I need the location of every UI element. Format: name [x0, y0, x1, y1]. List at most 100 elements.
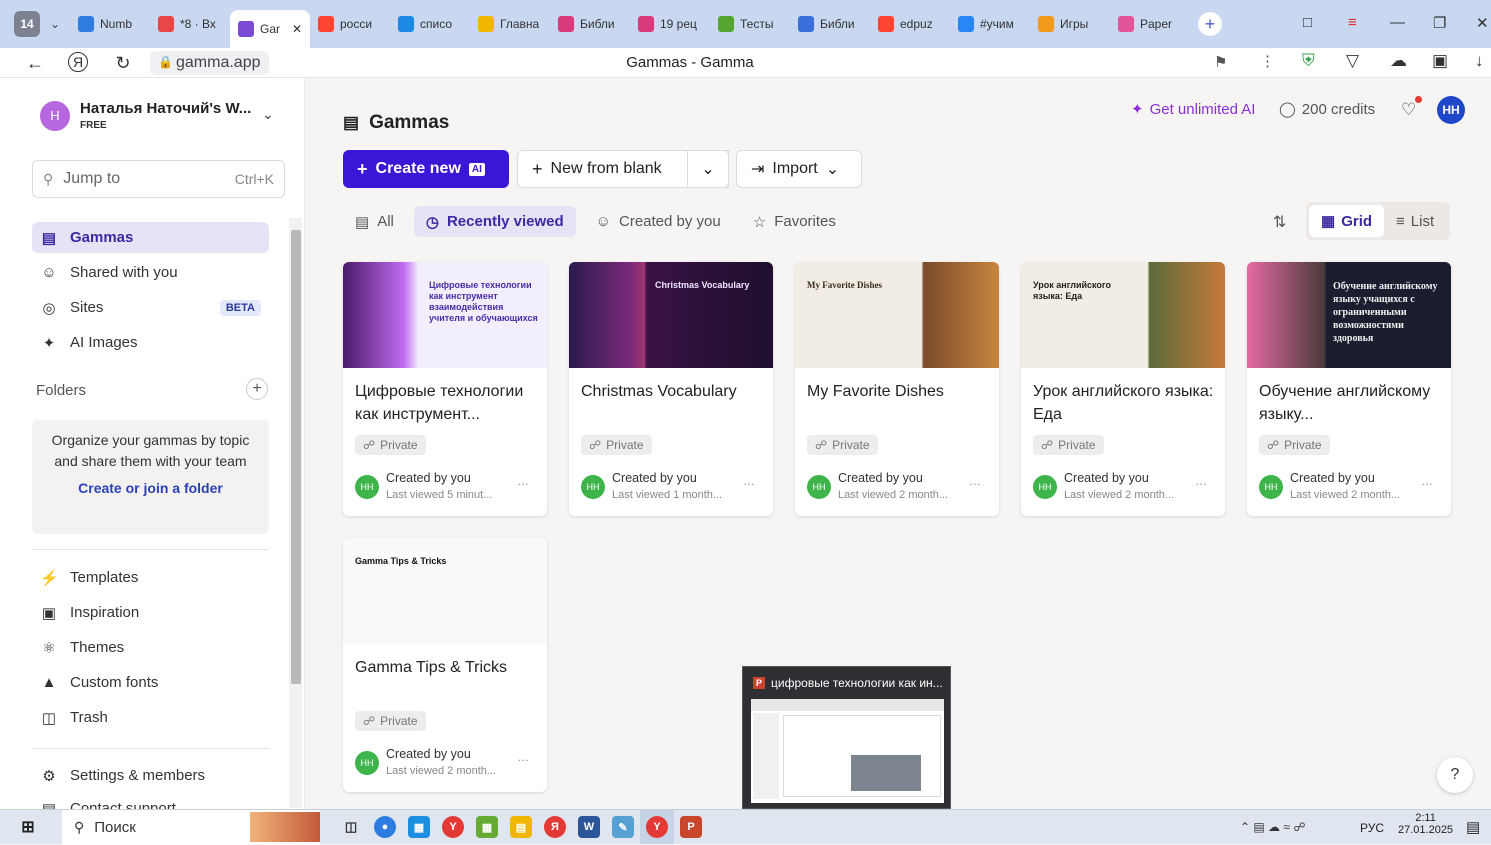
taskbar-preview[interactable]: P цифровые технологии как ин...: [742, 666, 951, 809]
tab-label: Главна: [500, 17, 540, 31]
extensions-icon[interactable]: ▣: [1432, 51, 1448, 71]
powerpoint-app-icon[interactable]: P: [674, 810, 708, 844]
sidebar-item-shared-with-you[interactable]: ☺ Shared with you: [32, 257, 269, 288]
tab-label: Игры: [1060, 17, 1089, 31]
browser-tab[interactable]: *8 · Вх: [150, 8, 230, 40]
browser-tab[interactable]: #учим: [950, 8, 1030, 40]
sidebar-item-ai-images[interactable]: ✦ AI Images: [32, 327, 269, 358]
browser-tab[interactable]: Главна: [470, 8, 550, 40]
start-icon[interactable]: ⊞: [0, 810, 56, 844]
sidebar-item-inspiration[interactable]: ▣ Inspiration: [32, 597, 269, 628]
jump-to-search[interactable]: ⚲ Jump to Ctrl+K: [32, 160, 285, 198]
private-label: Private: [380, 438, 418, 452]
language-indicator[interactable]: РУС: [1360, 821, 1384, 835]
new-tab-icon[interactable]: +: [1198, 12, 1222, 36]
browser-tab[interactable]: Paper: [1110, 8, 1190, 40]
help-button[interactable]: ?: [1437, 757, 1473, 793]
get-unlimited-ai-link[interactable]: ✦ Get unlimited AI: [1131, 100, 1255, 119]
store-app-icon[interactable]: ▦: [402, 810, 436, 844]
sidebar-item-themes[interactable]: ⚛ Themes: [32, 632, 269, 663]
sidebar-item-templates[interactable]: ⚡ Templates: [32, 562, 269, 593]
browser-tab[interactable]: Игры: [1030, 8, 1110, 40]
private-label: Private: [1284, 438, 1322, 452]
gamma-card[interactable]: Обучение английскому языку учащихся с ог…: [1247, 262, 1451, 516]
restore-icon[interactable]: ❐: [1433, 14, 1446, 32]
clock[interactable]: 2:11 27.01.2025: [1398, 812, 1453, 836]
download-icon[interactable]: ↓: [1475, 51, 1484, 71]
gamma-card[interactable]: Урок английского языка: Еда Урок английс…: [1021, 262, 1225, 516]
adblock-icon[interactable]: ▽: [1346, 51, 1359, 71]
gamma-card[interactable]: Christmas Vocabulary Christmas Vocabular…: [569, 262, 773, 516]
paint-app-icon[interactable]: ✎: [606, 810, 640, 844]
thumbnail-title: Цифровые технологии как инструмент взаим…: [429, 280, 538, 323]
browser-tab[interactable]: Numb: [70, 8, 150, 40]
sidebar-item-custom-fonts[interactable]: ▲ Custom fonts: [32, 667, 269, 698]
sidebar-scroll-thumb[interactable]: [291, 230, 301, 684]
task-view-icon[interactable]: ◫: [334, 810, 368, 844]
create-new-button[interactable]: + Create new AI: [343, 150, 509, 188]
filter-created-by-you[interactable]: ☺ Created by you: [584, 206, 733, 237]
chrome-app-icon[interactable]: ●: [368, 810, 402, 844]
browser-tab[interactable]: edpuz: [870, 8, 950, 40]
browser-tab[interactable]: Тесты: [710, 8, 790, 40]
browser-tab[interactable]: Библи: [550, 8, 630, 40]
add-folder-icon[interactable]: +: [246, 378, 268, 400]
card-menu-icon[interactable]: …: [969, 474, 981, 488]
sort-icon[interactable]: ⇅: [1273, 212, 1286, 232]
gamma-card[interactable]: My Favorite Dishes My Favorite Dishes ☍ P…: [795, 262, 999, 516]
created-by: Created by you: [612, 471, 697, 485]
taskbar-search[interactable]: ⚲ Поиск: [62, 809, 320, 845]
close-window-icon[interactable]: ✕: [1476, 14, 1489, 32]
card-menu-icon[interactable]: …: [517, 750, 529, 764]
cloud-icon[interactable]: ☁: [1390, 51, 1407, 71]
sidebar-item-gammas[interactable]: ▤ Gammas: [32, 222, 269, 253]
browser-tab[interactable]: Gar ✕: [230, 10, 310, 48]
chat-icon: ▤: [41, 800, 57, 810]
settings-members-item[interactable]: ⚙ Settings & members: [32, 760, 269, 791]
workspace-switcher[interactable]: H Наталья Натoчий's W... FREE: [40, 100, 251, 131]
contact-support-item[interactable]: ▤ Contact support: [32, 793, 269, 809]
filter-all[interactable]: ▤ All: [343, 206, 406, 237]
created-by: Created by you: [1064, 471, 1149, 485]
tray-icons[interactable]: ⌃ ▤ ☁ ≈ ☍: [1240, 820, 1305, 834]
word-app-icon[interactable]: W: [572, 810, 606, 844]
tab-count-badge[interactable]: 14: [14, 11, 40, 37]
create-folder-link[interactable]: Create or join a folder: [32, 478, 269, 499]
browser-tab[interactable]: росси: [310, 8, 390, 40]
notifications-icon[interactable]: ▤: [1466, 818, 1480, 836]
grid-view-button[interactable]: ▦ Grid: [1309, 205, 1385, 237]
new-blank-dropdown[interactable]: ⌄: [687, 150, 729, 188]
tab-list-chevron-icon[interactable]: ⌄: [40, 11, 70, 37]
import-button[interactable]: ⇥ Import ⌄: [736, 150, 862, 188]
collections-icon[interactable]: □: [1303, 14, 1312, 31]
shield-check-icon[interactable]: ⛨: [1302, 51, 1315, 71]
yandex-app-icon[interactable]: Y: [436, 810, 470, 844]
browser-tab[interactable]: списо: [390, 8, 470, 40]
menu-icon[interactable]: ≡: [1348, 14, 1357, 31]
gamma-card[interactable]: Gamma Tips & Tricks Gamma Tips & Tricks …: [343, 538, 547, 792]
credits-button[interactable]: ◯ 200 credits: [1279, 100, 1375, 119]
sidebar-item-trash[interactable]: ◫ Trash: [32, 702, 269, 733]
more-vertical-icon[interactable]: ⋮: [1260, 52, 1275, 70]
yandex-active-app-icon[interactable]: Y: [640, 810, 674, 844]
bookmark-icon[interactable]: ⚑: [1214, 53, 1227, 71]
gamma-card[interactable]: Цифровые технологии как инструмент взаим…: [343, 262, 547, 516]
filter-favorites[interactable]: ☆ Favorites: [741, 206, 848, 237]
user-avatar[interactable]: НН: [1437, 96, 1465, 124]
filter-recently-viewed[interactable]: ◷ Recently viewed: [413, 206, 576, 237]
card-menu-icon[interactable]: …: [1421, 474, 1433, 488]
close-tab-icon[interactable]: ✕: [292, 22, 302, 36]
chevron-down-icon[interactable]: ⌄: [262, 106, 274, 123]
card-menu-icon[interactable]: …: [743, 474, 755, 488]
card-menu-icon[interactable]: …: [1195, 474, 1207, 488]
browser-tab[interactable]: 19 рец: [630, 8, 710, 40]
sidebar-item-sites[interactable]: ◎ Sites BETA: [32, 292, 269, 323]
explorer-app-icon[interactable]: ▤: [504, 810, 538, 844]
minimize-icon[interactable]: —: [1390, 14, 1405, 31]
browser-tab[interactable]: Библи: [790, 8, 870, 40]
spreadsheet-app-icon[interactable]: ▦: [470, 810, 504, 844]
list-view-button[interactable]: ≡ List: [1384, 205, 1446, 237]
bell-icon[interactable]: ♡: [1401, 100, 1416, 120]
card-menu-icon[interactable]: …: [517, 474, 529, 488]
yandex-browser-app-icon[interactable]: Я: [538, 810, 572, 844]
